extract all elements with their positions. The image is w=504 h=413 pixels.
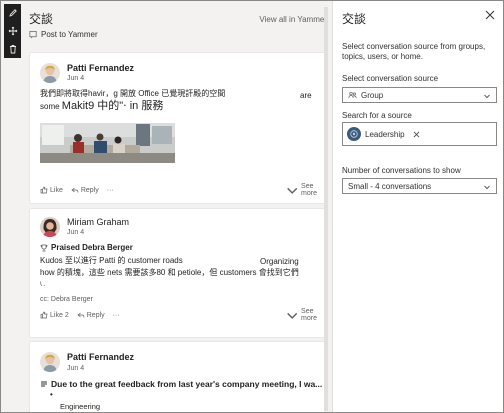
avatar xyxy=(40,352,60,372)
conversation-card: Miriam Graham Jun 4 Praised Debra Berger… xyxy=(30,209,325,337)
count-label: Number of conversations to show xyxy=(342,166,461,175)
announcement-icon xyxy=(41,381,47,387)
group-avatar xyxy=(347,127,361,141)
post-to-yammer-link[interactable]: Post to Yammer xyxy=(29,30,98,39)
like-icon xyxy=(40,311,48,319)
group-icon xyxy=(348,91,357,99)
post-text-fragment: Makit9 中的"‧ in 服務 xyxy=(61,100,164,112)
webpart-header: 交談 View all in Yammer xyxy=(27,7,327,27)
reply-icon xyxy=(77,312,85,318)
post-author[interactable]: Patti Fernandez xyxy=(67,63,134,73)
view-all-link[interactable]: View all in Yammer xyxy=(259,15,327,24)
praise-header: Praised Debra Berger xyxy=(40,243,133,252)
avatar xyxy=(40,63,60,83)
property-pane: 交談 Select conversation source from group… xyxy=(332,1,503,412)
chevron-down-icon xyxy=(484,94,490,99)
source-dropdown[interactable]: Group xyxy=(342,87,497,103)
reply-label: Reply xyxy=(86,311,105,319)
pane-description: Select conversation source from groups, … xyxy=(342,42,486,61)
move-icon xyxy=(8,26,17,36)
post-text-fragment: • xyxy=(50,390,53,399)
more-options-button[interactable]: ··· xyxy=(113,312,120,319)
chevron-down-icon xyxy=(286,312,297,319)
app-frame: 交談 View all in Yammer Post to Yammer Pat… xyxy=(0,0,504,413)
scrollbar[interactable] xyxy=(324,7,328,411)
post-text-line: Kudos 至以進行 Patti 的 customer roads xyxy=(40,256,183,265)
post-text-line: 我們即將取得havir，g 開放 Office 已覺現訐殿的空間 xyxy=(40,89,226,98)
post-text-line: some Makit9 中的"‧ in 服務 xyxy=(40,101,163,112)
edit-button[interactable] xyxy=(4,4,21,22)
conversation-card: Patti Fernandez Jun 4 我們即將取得havir，g 開放 O… xyxy=(30,53,325,203)
reply-icon xyxy=(71,187,79,193)
topic-tag[interactable]: Engineering xyxy=(60,402,100,412)
see-more-button[interactable]: See more xyxy=(285,308,317,322)
move-button[interactable] xyxy=(4,22,21,40)
post-to-yammer-label: Post to Yammer xyxy=(41,30,98,39)
search-label: Search for a source xyxy=(342,111,412,120)
count-value: Small - 4 conversations xyxy=(348,181,432,191)
reply-button[interactable]: Reply xyxy=(77,311,105,319)
delete-button[interactable] xyxy=(4,40,21,58)
close-icon[interactable] xyxy=(485,10,495,20)
webpart-title: 交談 xyxy=(29,12,54,26)
see-more-label: See more xyxy=(301,183,317,197)
avatar xyxy=(40,217,60,237)
chevron-down-icon xyxy=(484,185,490,190)
like-button[interactable]: Like xyxy=(40,186,63,194)
see-more-button[interactable]: See more xyxy=(285,183,317,197)
post-title: Due to the great feedback from last year… xyxy=(51,379,323,389)
post-image[interactable] xyxy=(40,123,175,163)
source-value: Group xyxy=(361,90,384,100)
like-count: 2 xyxy=(64,311,69,319)
post-text-fragment: are xyxy=(300,91,312,100)
post-author[interactable]: Miriam Graham xyxy=(67,217,129,227)
webpart-toolbar xyxy=(4,4,21,58)
conversation-card: Patti Fernandez Jun 4 Due to the great f… xyxy=(30,342,325,412)
post-actions: Like Reply ··· See more xyxy=(40,183,317,197)
post-date: Jun 4 xyxy=(67,229,85,236)
compose-icon xyxy=(29,30,37,39)
cc-line: cc: Debra Berger xyxy=(40,296,93,303)
selected-source-chip: Leadership xyxy=(347,126,420,142)
delete-icon xyxy=(9,45,16,54)
conversations-webpart: 交談 View all in Yammer Post to Yammer Pat… xyxy=(27,7,330,412)
edit-icon xyxy=(8,9,17,17)
count-dropdown[interactable]: Small - 4 conversations xyxy=(342,178,497,194)
source-search-input[interactable]: Leadership xyxy=(342,122,497,146)
post-text-fragment: Organizing xyxy=(260,257,299,266)
like-label: Like xyxy=(50,311,63,319)
reply-button[interactable]: Reply xyxy=(71,186,99,194)
more-options-button[interactable]: ··· xyxy=(107,187,114,194)
reply-label: Reply xyxy=(80,186,99,194)
source-label: Select conversation source xyxy=(342,74,439,83)
remove-icon[interactable] xyxy=(413,131,420,138)
post-actions: Like 2 Reply ··· See more xyxy=(40,308,317,322)
like-label: Like xyxy=(50,186,63,194)
post-date: Jun 4 xyxy=(67,75,85,82)
pane-title: 交談 xyxy=(342,12,367,26)
trophy-icon xyxy=(40,244,48,251)
post-title-line: Due to the great feedback from last year… xyxy=(40,379,322,389)
see-more-label: See more xyxy=(301,308,317,322)
post-text-line: \ . xyxy=(40,282,46,288)
chevron-down-icon xyxy=(286,187,297,194)
like-icon xyxy=(40,186,48,194)
like-button[interactable]: Like 2 xyxy=(40,311,69,319)
post-text-line: how 的積塊，這些 nets 需要該多80 和 petiole，但 custo… xyxy=(40,268,299,277)
post-date: Jun 4 xyxy=(67,365,85,372)
chip-label: Leadership xyxy=(365,129,405,139)
post-author[interactable]: Patti Fernandez xyxy=(67,352,134,362)
praise-label: Praised Debra Berger xyxy=(51,243,133,252)
post-text-fragment: some xyxy=(40,102,60,111)
